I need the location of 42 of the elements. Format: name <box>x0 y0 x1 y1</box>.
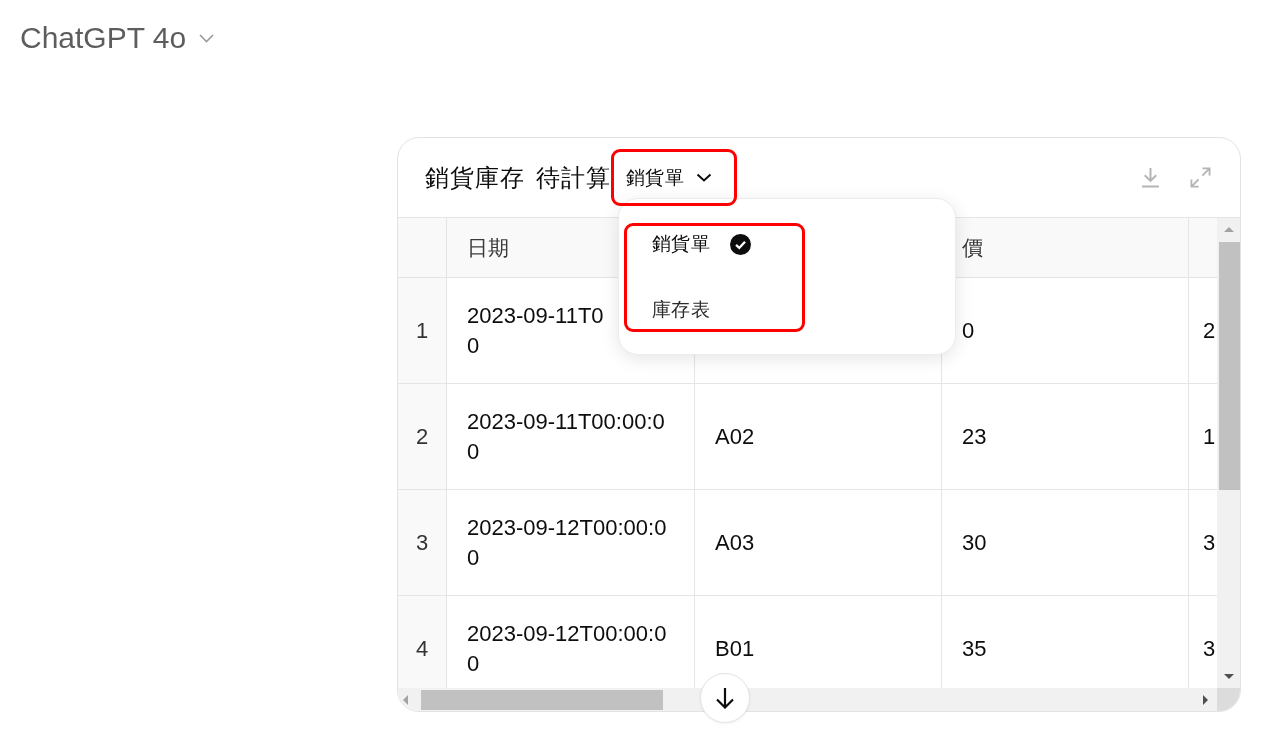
scrollbar-thumb[interactable] <box>1219 242 1240 490</box>
triangle-left-icon[interactable] <box>403 694 408 705</box>
expand-button[interactable] <box>1188 165 1213 190</box>
download-icon <box>1140 167 1161 188</box>
scrollbar-thumb[interactable] <box>421 689 663 710</box>
scroll-down-button[interactable] <box>700 673 750 723</box>
triangle-down-icon[interactable] <box>1223 674 1234 679</box>
check-circle-icon <box>730 233 752 255</box>
price-value: 30 <box>962 528 987 557</box>
item-code: A03 <box>715 528 755 557</box>
menu-item[interactable]: 銷貨單 <box>626 228 752 260</box>
chevron-down-icon <box>696 173 713 182</box>
horizontal-scrollbar[interactable] <box>398 688 1217 711</box>
row-number: 2 <box>415 423 429 450</box>
menu-item[interactable]: 庫存表 <box>626 294 711 326</box>
table-value: 2 <box>1203 316 1216 345</box>
triangle-up-icon[interactable] <box>1223 227 1234 232</box>
price-value: 23 <box>962 422 987 451</box>
model-picker[interactable]: ChatGPT 4o <box>20 20 215 56</box>
date-value: 2023-09-11T00:00:00 <box>467 407 666 466</box>
date-value: 2023-09-11T0 0 <box>467 301 604 360</box>
table-value: 3 <box>1203 528 1216 557</box>
expand-icon <box>1190 167 1211 188</box>
date-value: 2023-09-12T00:00:00 <box>467 513 668 572</box>
table-title: 銷貨庫存 待計算 <box>425 162 611 193</box>
table-value: 1 <box>1203 422 1216 451</box>
price-value: 35 <box>962 634 987 663</box>
view-dropdown[interactable]: 銷貨單 <box>613 152 735 203</box>
row-number: 3 <box>415 529 429 556</box>
date-value: 2023-09-12T00:00:00 <box>467 619 668 678</box>
item-code: B01 <box>715 634 755 663</box>
triangle-right-icon[interactable] <box>1203 694 1208 705</box>
table-value: 3 <box>1203 634 1216 663</box>
arrow-down-icon <box>715 687 735 709</box>
row-number: 1 <box>415 317 429 344</box>
column-header: 日期 <box>467 234 509 261</box>
chevron-down-icon <box>199 33 215 43</box>
item-code: A02 <box>715 422 755 451</box>
price-value: 0 <box>962 316 975 345</box>
row-number: 4 <box>415 635 429 662</box>
vertical-scrollbar[interactable] <box>1217 218 1240 688</box>
column-header: 價 <box>962 234 983 261</box>
